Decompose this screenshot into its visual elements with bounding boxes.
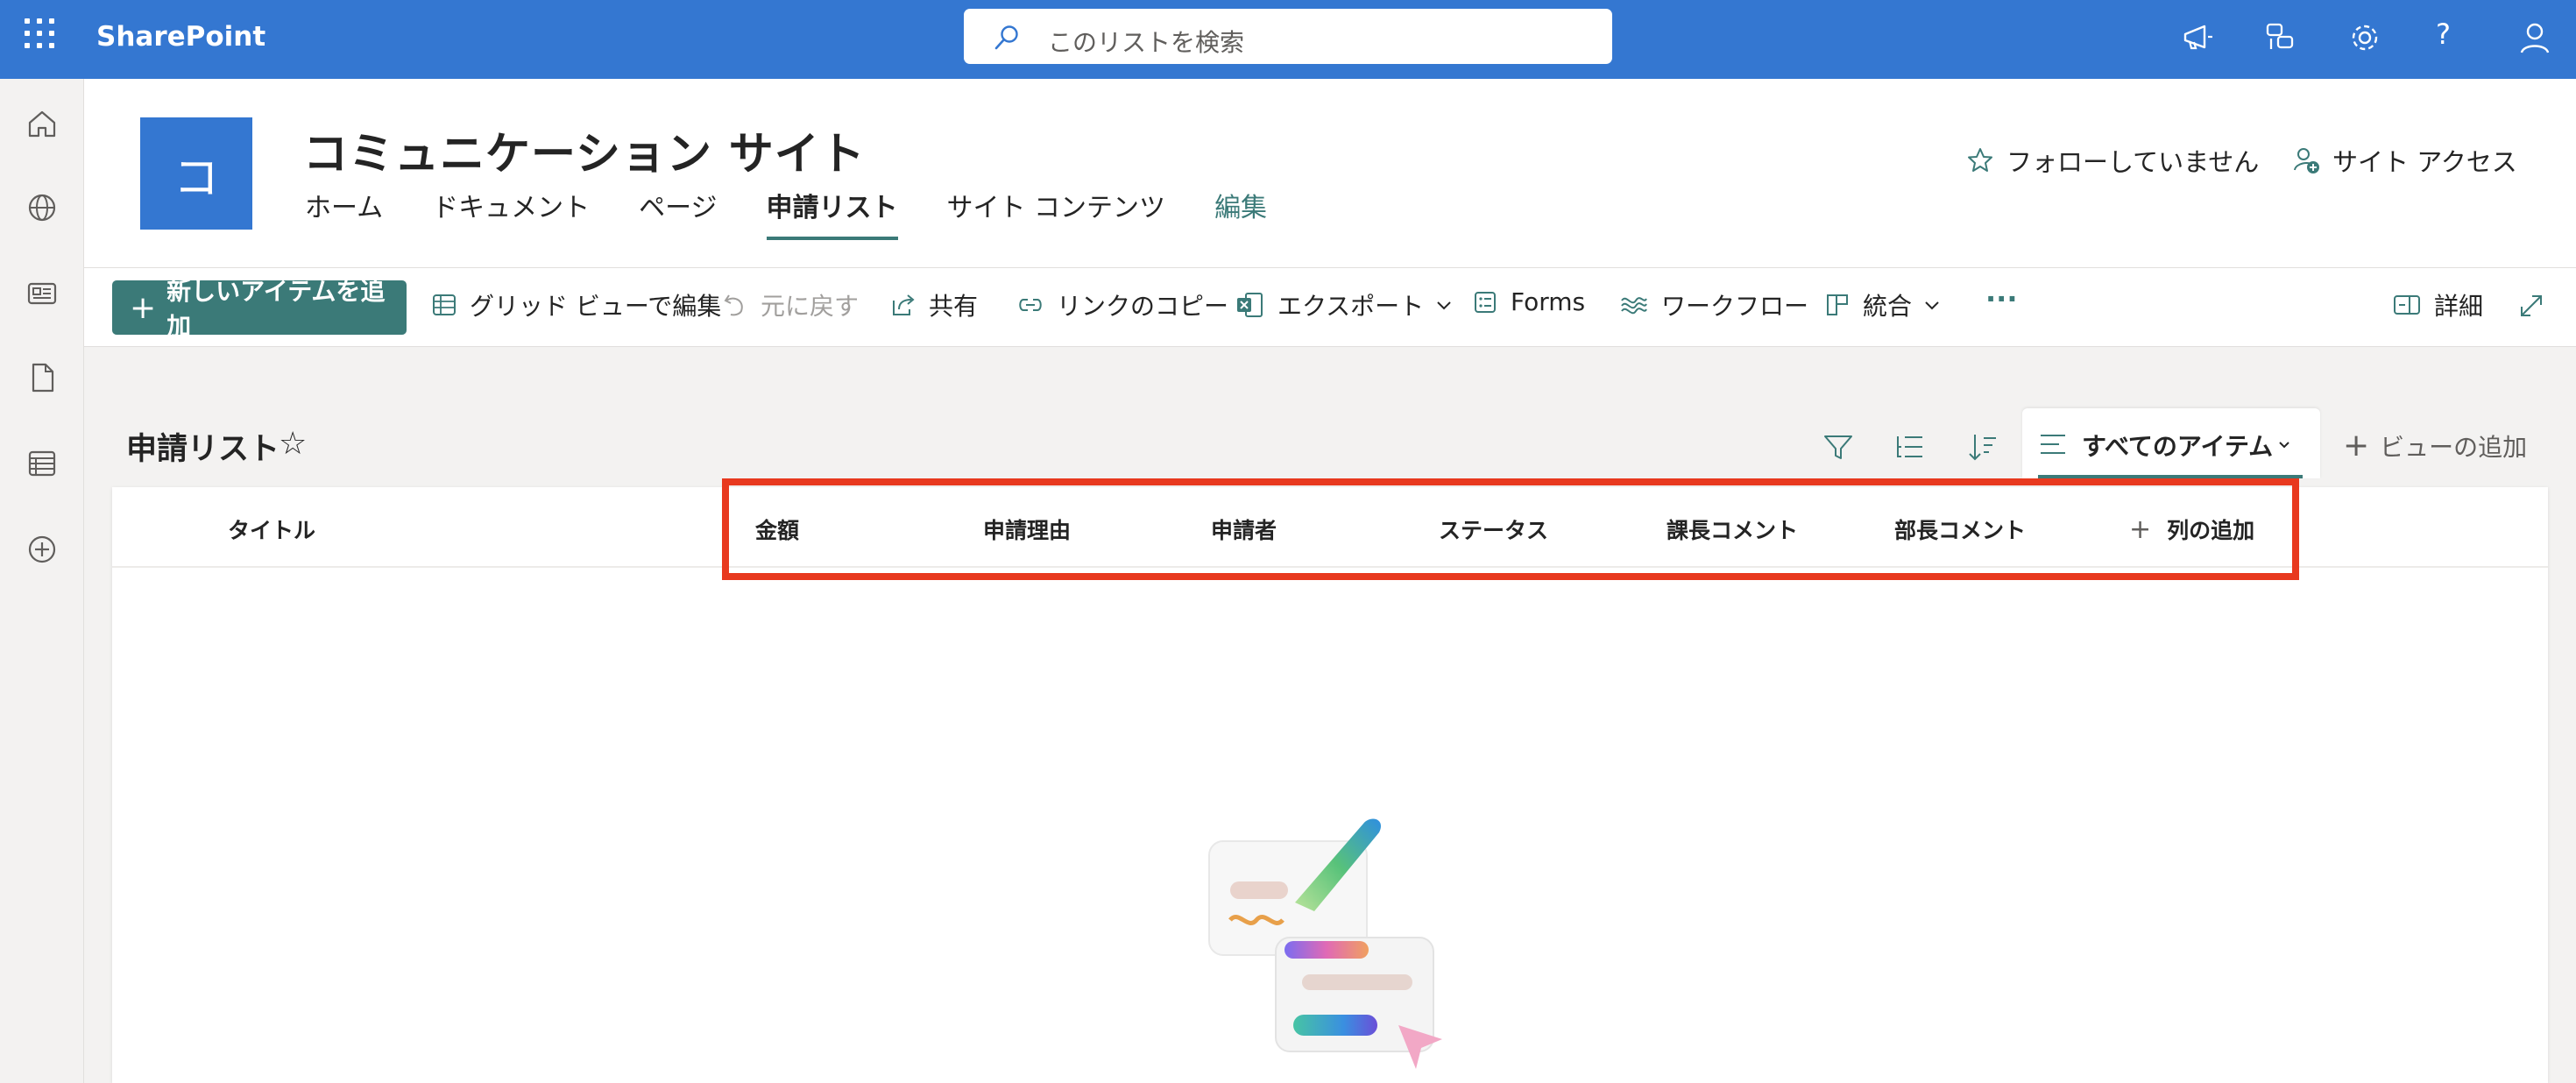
forms-icon: [1475, 291, 1496, 313]
group-by-icon[interactable]: [1893, 429, 1928, 464]
workflow-button[interactable]: ワークフロー: [1619, 287, 1808, 322]
follow-label: フォローしていません: [2006, 147, 2260, 177]
add-view-button[interactable]: + ビューの追加: [2343, 428, 2527, 464]
help-icon[interactable]: ?: [2436, 18, 2473, 54]
share-button[interactable]: 共有: [890, 287, 978, 322]
command-bar: + 新しいアイテムを追加 グリッド ビューで編集 元に戻す 共有 リンクのコピー…: [84, 268, 2576, 347]
create-icon[interactable]: [25, 533, 59, 566]
site-access-label: サイト アクセス: [2332, 147, 2517, 177]
search-placeholder: このリストを検索: [1048, 28, 1245, 57]
site-access-button[interactable]: サイト アクセス: [2292, 142, 2517, 179]
plus-icon: +: [130, 289, 157, 326]
view-list-icon: [2041, 435, 2065, 454]
home-icon[interactable]: [25, 107, 59, 140]
app-name[interactable]: SharePoint: [96, 21, 265, 53]
suite-bar: SharePoint このリストを検索 ?: [0, 0, 2576, 79]
news-icon[interactable]: [25, 277, 59, 310]
forms-button[interactable]: Forms: [1472, 287, 1585, 316]
star-outline-icon: [1968, 148, 1992, 172]
nav-edit[interactable]: 編集: [1214, 186, 1267, 240]
workflow-icon: [1621, 297, 1647, 315]
more-button[interactable]: ···: [1985, 282, 2017, 315]
chevron-down-icon: [1437, 301, 1451, 310]
link-icon: [1019, 299, 1042, 311]
people-add-icon: [2294, 148, 2319, 173]
new-item-label: 新しいアイテムを追加: [166, 277, 386, 341]
share-feedback-icon[interactable]: [2262, 19, 2299, 56]
grid-edit-button[interactable]: グリッド ビューで編集: [431, 287, 721, 322]
view-selector[interactable]: すべてのアイテム: [2022, 408, 2320, 478]
nav-site-contents[interactable]: サイト コンテンツ: [947, 186, 1166, 240]
export-button[interactable]: エクスポート: [1235, 287, 1454, 322]
undo-button[interactable]: 元に戻す: [722, 287, 859, 322]
left-rail: [0, 79, 84, 1083]
new-item-button[interactable]: + 新しいアイテムを追加: [112, 277, 407, 341]
integrate-icon: [1827, 294, 1848, 315]
highlight-box: [722, 478, 2299, 580]
search-box[interactable]: このリストを検索: [964, 9, 1612, 64]
site-navigation: ホーム ドキュメント ページ 申請リスト サイト コンテンツ 編集: [305, 186, 1316, 240]
integrate-button[interactable]: 統合: [1824, 287, 1942, 322]
list-icon[interactable]: [25, 447, 59, 480]
nav-request-list[interactable]: 申請リスト: [766, 186, 898, 240]
grid-icon: [433, 294, 456, 315]
share-icon: [893, 294, 915, 315]
chevron-down-icon: [1925, 301, 1939, 310]
chevron-down-icon: [2279, 442, 2289, 449]
empty-list-illustration: [1208, 818, 1442, 1069]
megaphone-icon[interactable]: [2180, 19, 2217, 56]
column-header-title[interactable]: タイトル: [228, 513, 315, 545]
favorite-star-icon[interactable]: ☆: [279, 426, 307, 462]
gear-icon[interactable]: [2346, 19, 2383, 56]
follow-button[interactable]: フォローしていません: [1966, 142, 2259, 179]
copy-link-button[interactable]: リンクのコピー: [1016, 287, 1228, 322]
details-pane-icon: [2394, 295, 2420, 315]
site-logo[interactable]: コ: [140, 117, 252, 230]
app-launcher-icon[interactable]: [25, 18, 56, 50]
share-label: 共有: [929, 292, 979, 321]
integrate-label: 統合: [1863, 292, 1913, 321]
add-view-label: ビューの追加: [2380, 432, 2528, 462]
undo-label: 元に戻す: [761, 292, 860, 321]
site-header: コ コミュニケーション サイト ホーム ドキュメント ページ 申請リスト サイト…: [84, 79, 2576, 268]
nav-home[interactable]: ホーム: [305, 186, 383, 240]
excel-icon: [1237, 293, 1263, 317]
search-icon: [994, 25, 1018, 50]
site-title[interactable]: コミュニケーション サイト: [303, 117, 866, 182]
details-label: 詳細: [2434, 292, 2484, 321]
undo-icon: [724, 294, 743, 316]
sort-icon[interactable]: [1966, 429, 2001, 464]
export-label: エクスポート: [1277, 292, 1425, 321]
grid-edit-label: グリッド ビューで編集: [470, 292, 722, 321]
nav-pages[interactable]: ページ: [639, 186, 717, 240]
globe-icon[interactable]: [25, 191, 59, 224]
filter-icon[interactable]: [1821, 429, 1856, 464]
view-name: すべてのアイテム: [2082, 432, 2274, 461]
workflow-label: ワークフロー: [1661, 292, 1809, 321]
expand-icon[interactable]: [2516, 291, 2546, 321]
document-icon[interactable]: [25, 361, 59, 394]
details-button[interactable]: 詳細: [2392, 287, 2483, 322]
plus-icon: +: [2343, 428, 2370, 464]
forms-label: Forms: [1511, 287, 1586, 316]
copy-link-label: リンクのコピー: [1057, 292, 1229, 321]
account-icon[interactable]: [2516, 19, 2553, 56]
nav-documents[interactable]: ドキュメント: [432, 186, 590, 240]
list-title: 申請リスト: [126, 432, 280, 467]
